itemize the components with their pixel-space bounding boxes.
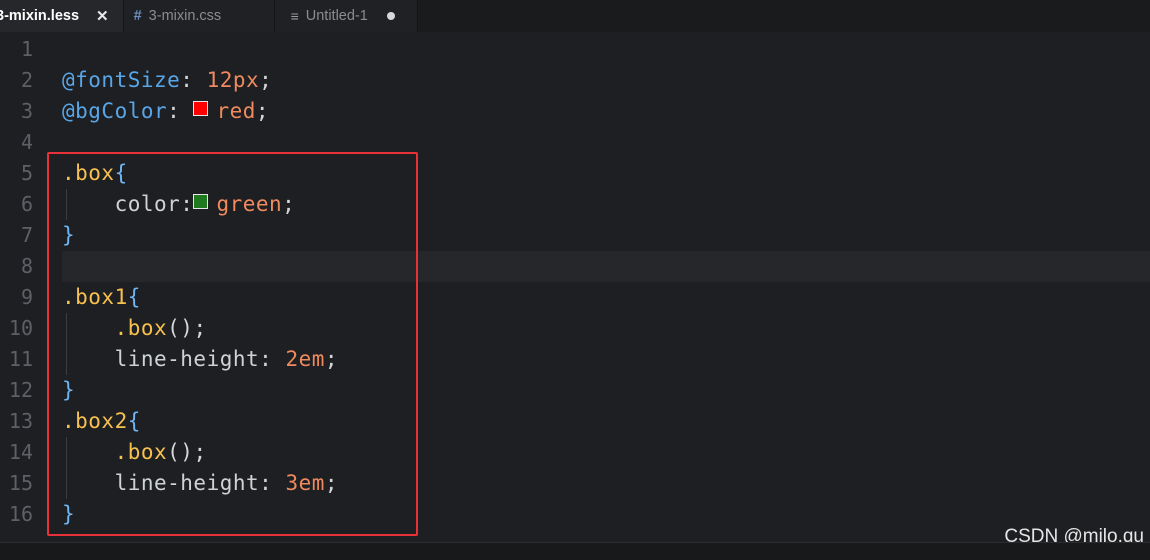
line-number: 11 <box>8 347 33 371</box>
line-number: 15 <box>8 471 33 495</box>
panel-bar <box>0 542 1150 560</box>
line-number: 4 <box>20 130 33 154</box>
tab-mixin-css[interactable]: # 3-mixin.css <box>123 0 275 32</box>
line-number: 8 <box>20 254 33 278</box>
variable-name: @fontSize <box>62 68 181 92</box>
code-line: 3 @bgColor: red; <box>0 96 1150 127</box>
tab-mixin-less[interactable]: 3-mixin.less ✕ <box>0 0 124 32</box>
code-line: 1 <box>0 34 1150 65</box>
line-number: 5 <box>20 161 33 185</box>
code-text: @fontSize: 12px; <box>62 65 272 96</box>
unsaved-dot-icon <box>386 12 395 20</box>
code-line: 2 @fontSize: 12px; <box>0 65 1150 96</box>
semicolon: ; <box>255 99 270 123</box>
value: 12px <box>206 68 260 92</box>
tab-untitled[interactable]: ≡ Untitled-1 <box>274 0 418 32</box>
line-number: 6 <box>20 192 33 216</box>
line-number: 9 <box>20 285 33 309</box>
line-number: 12 <box>8 378 33 402</box>
tab-label: 3-mixin.css <box>148 8 222 24</box>
css-file-icon: # <box>133 8 142 24</box>
variable-name: @bgColor <box>62 99 168 123</box>
line-number: 2 <box>20 68 33 92</box>
value: red <box>216 99 256 123</box>
tab-label: Untitled-1 <box>305 8 368 24</box>
semicolon: ; <box>259 68 273 92</box>
close-icon[interactable]: ✕ <box>96 7 109 25</box>
line-number: 13 <box>8 409 33 433</box>
line-number: 7 <box>20 223 33 247</box>
editor-tab-bar: 3-mixin.less ✕ # 3-mixin.css ≡ Untitled-… <box>0 0 1150 32</box>
text-file-icon: ≡ <box>290 8 299 24</box>
line-number: 1 <box>20 37 33 61</box>
tab-label: 3-mixin.less <box>0 8 80 24</box>
colon: : <box>180 68 207 92</box>
color-swatch-red[interactable] <box>193 101 209 116</box>
line-number: 10 <box>8 316 33 340</box>
code-text: @bgColor: red; <box>62 96 269 127</box>
line-number: 16 <box>8 502 33 526</box>
line-number: 14 <box>8 440 33 464</box>
annotation-highlight-box <box>47 152 418 536</box>
line-number: 3 <box>20 99 33 123</box>
colon: : <box>167 99 194 123</box>
